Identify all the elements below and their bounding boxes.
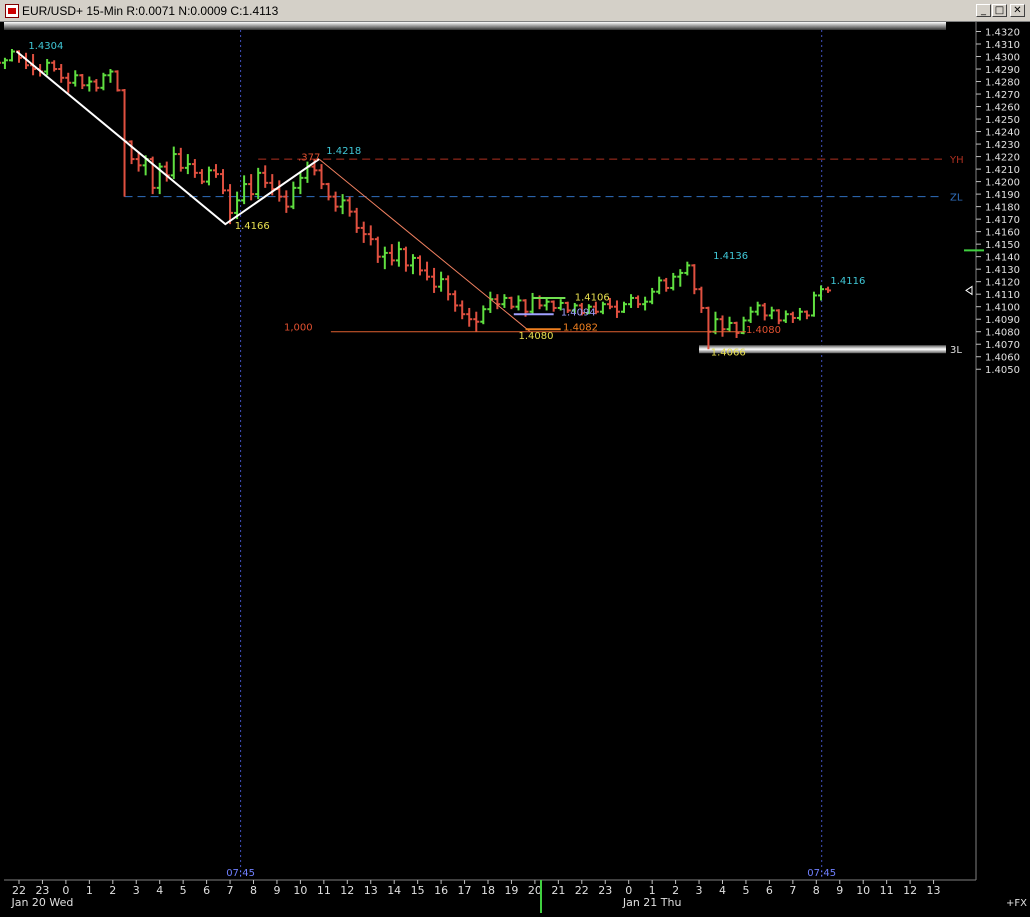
- y-tick-label: 1.4090: [985, 315, 1020, 326]
- y-tick-label: 1.4070: [985, 340, 1020, 351]
- x-tick-label: 6: [766, 884, 773, 897]
- x-tick-label: 5: [742, 884, 749, 897]
- vertical-marker-label-0: 07:45: [226, 868, 255, 879]
- x-tick-label: 8: [813, 884, 820, 897]
- price-label-6: 1.4106: [575, 292, 610, 303]
- x-tick-label: 20: [528, 884, 542, 897]
- x-tick-label: 6: [203, 884, 210, 897]
- y-tick-label: 1.4300: [985, 53, 1020, 64]
- x-tick-label: 14: [387, 884, 401, 897]
- app-icon: [5, 4, 19, 18]
- x-tick-label: 13: [927, 884, 941, 897]
- minimize-button[interactable]: _: [976, 4, 991, 17]
- x-tick-label: 3: [133, 884, 140, 897]
- price-label-10: 1.4080: [746, 325, 781, 336]
- price-label-3: .377: [298, 152, 320, 163]
- x-tick-label: 4: [719, 884, 726, 897]
- x-tick-label: 17: [458, 884, 472, 897]
- x-tick-label: 3: [696, 884, 703, 897]
- y-tick-label: 1.4060: [985, 353, 1020, 364]
- x-tick-label: 10: [293, 884, 307, 897]
- chart-canvas: 07:45 07:45 YH ZL 3L 1.4304 1.4218 1.4166 .377…: [0, 22, 1030, 913]
- y-tick-label: 1.4080: [985, 328, 1020, 339]
- maximize-button[interactable]: □: [992, 4, 1007, 17]
- x-tick-label: 11: [880, 884, 894, 897]
- y-tick-label: 1.4280: [985, 78, 1020, 89]
- date-label-1: Jan 21 Thu: [622, 896, 682, 909]
- feed-label: +FX: [1006, 898, 1027, 909]
- y-tick-label: 1.4250: [985, 115, 1020, 126]
- x-tick-label: 22: [575, 884, 589, 897]
- y-tick-label: 1.4290: [985, 65, 1020, 76]
- y-tick-label: 1.4220: [985, 153, 1020, 164]
- top-highlight-band: [4, 22, 946, 30]
- reference-label-yh: YH: [949, 155, 964, 166]
- y-tick-label: 1.4240: [985, 128, 1020, 139]
- y-tick-label: 1.4120: [985, 278, 1020, 289]
- chart-background: [0, 22, 1030, 913]
- x-tick-label: 12: [340, 884, 354, 897]
- x-tick-label: 9: [836, 884, 843, 897]
- y-tick-label: 1.4230: [985, 140, 1020, 151]
- y-tick-label: 1.4140: [985, 253, 1020, 264]
- price-label-5: 1.4116: [830, 276, 865, 287]
- y-tick-label: 1.4260: [985, 103, 1020, 114]
- y-tick-label: 1.4100: [985, 303, 1020, 314]
- x-tick-label: 16: [434, 884, 448, 897]
- x-tick-label: 11: [317, 884, 331, 897]
- y-tick-label: 1.4210: [985, 165, 1020, 176]
- y-tick-label: 1.4160: [985, 228, 1020, 239]
- y-tick-label: 1.4180: [985, 203, 1020, 214]
- y-tick-label: 1.4110: [985, 290, 1020, 301]
- x-tick-label: 4: [156, 884, 163, 897]
- x-tick-label: 12: [903, 884, 917, 897]
- date-label-0: Jan 20 Wed: [10, 896, 73, 909]
- price-chart[interactable]: 07:45 07:45 YH ZL 3L 1.4304 1.4218 1.4166 .377…: [0, 22, 1030, 913]
- y-tick-label: 1.4150: [985, 240, 1020, 251]
- vertical-marker-label-1: 07:45: [807, 868, 836, 879]
- x-tick-label: 18: [481, 884, 495, 897]
- x-tick-label: 5: [180, 884, 187, 897]
- x-tick-label: 21: [551, 884, 565, 897]
- y-tick-label: 1.4190: [985, 190, 1020, 201]
- x-tick-label: 8: [250, 884, 257, 897]
- x-tick-label: 9: [273, 884, 280, 897]
- price-label-2: 1.4166: [235, 221, 270, 232]
- x-tick-label: 10: [856, 884, 870, 897]
- y-tick-label: 1.4320: [985, 28, 1020, 39]
- x-tick-label: 7: [789, 884, 796, 897]
- price-label-1: 1.4218: [326, 146, 361, 157]
- x-tick-label: 15: [411, 884, 425, 897]
- x-tick-label: 19: [504, 884, 518, 897]
- y-tick-label: 1.4310: [985, 40, 1020, 51]
- x-tick-label: 23: [598, 884, 612, 897]
- y-tick-label: 1.4170: [985, 215, 1020, 226]
- reference-label-3l: 3L: [950, 345, 962, 356]
- window-titlebar: EUR/USD+ 15-Min R:0.0071 N:0.0009 C:1.41…: [0, 0, 1030, 22]
- y-tick-label: 1.4270: [985, 90, 1020, 101]
- x-tick-label: 1: [86, 884, 93, 897]
- x-tick-label: 2: [109, 884, 116, 897]
- close-button[interactable]: ✕: [1010, 4, 1025, 17]
- price-label-9: 1.4080: [518, 331, 553, 342]
- price-label-11: 1.4066: [711, 347, 746, 358]
- x-tick-label: 13: [364, 884, 378, 897]
- y-tick-label: 1.4130: [985, 265, 1020, 276]
- x-tick-label: 7: [227, 884, 234, 897]
- price-label-8: 1.4082: [563, 322, 598, 333]
- window-title: EUR/USD+ 15-Min R:0.0071 N:0.0009 C:1.41…: [22, 4, 279, 18]
- price-label-7: 1.4094: [561, 307, 596, 318]
- price-label-12: 1,000: [284, 322, 313, 333]
- y-tick-label: 1.4200: [985, 178, 1020, 189]
- price-label-0: 1.4304: [28, 41, 63, 52]
- reference-label-zl: ZL: [950, 193, 963, 204]
- y-tick-label: 1.4050: [985, 365, 1020, 376]
- price-label-4: 1.4136: [713, 251, 748, 262]
